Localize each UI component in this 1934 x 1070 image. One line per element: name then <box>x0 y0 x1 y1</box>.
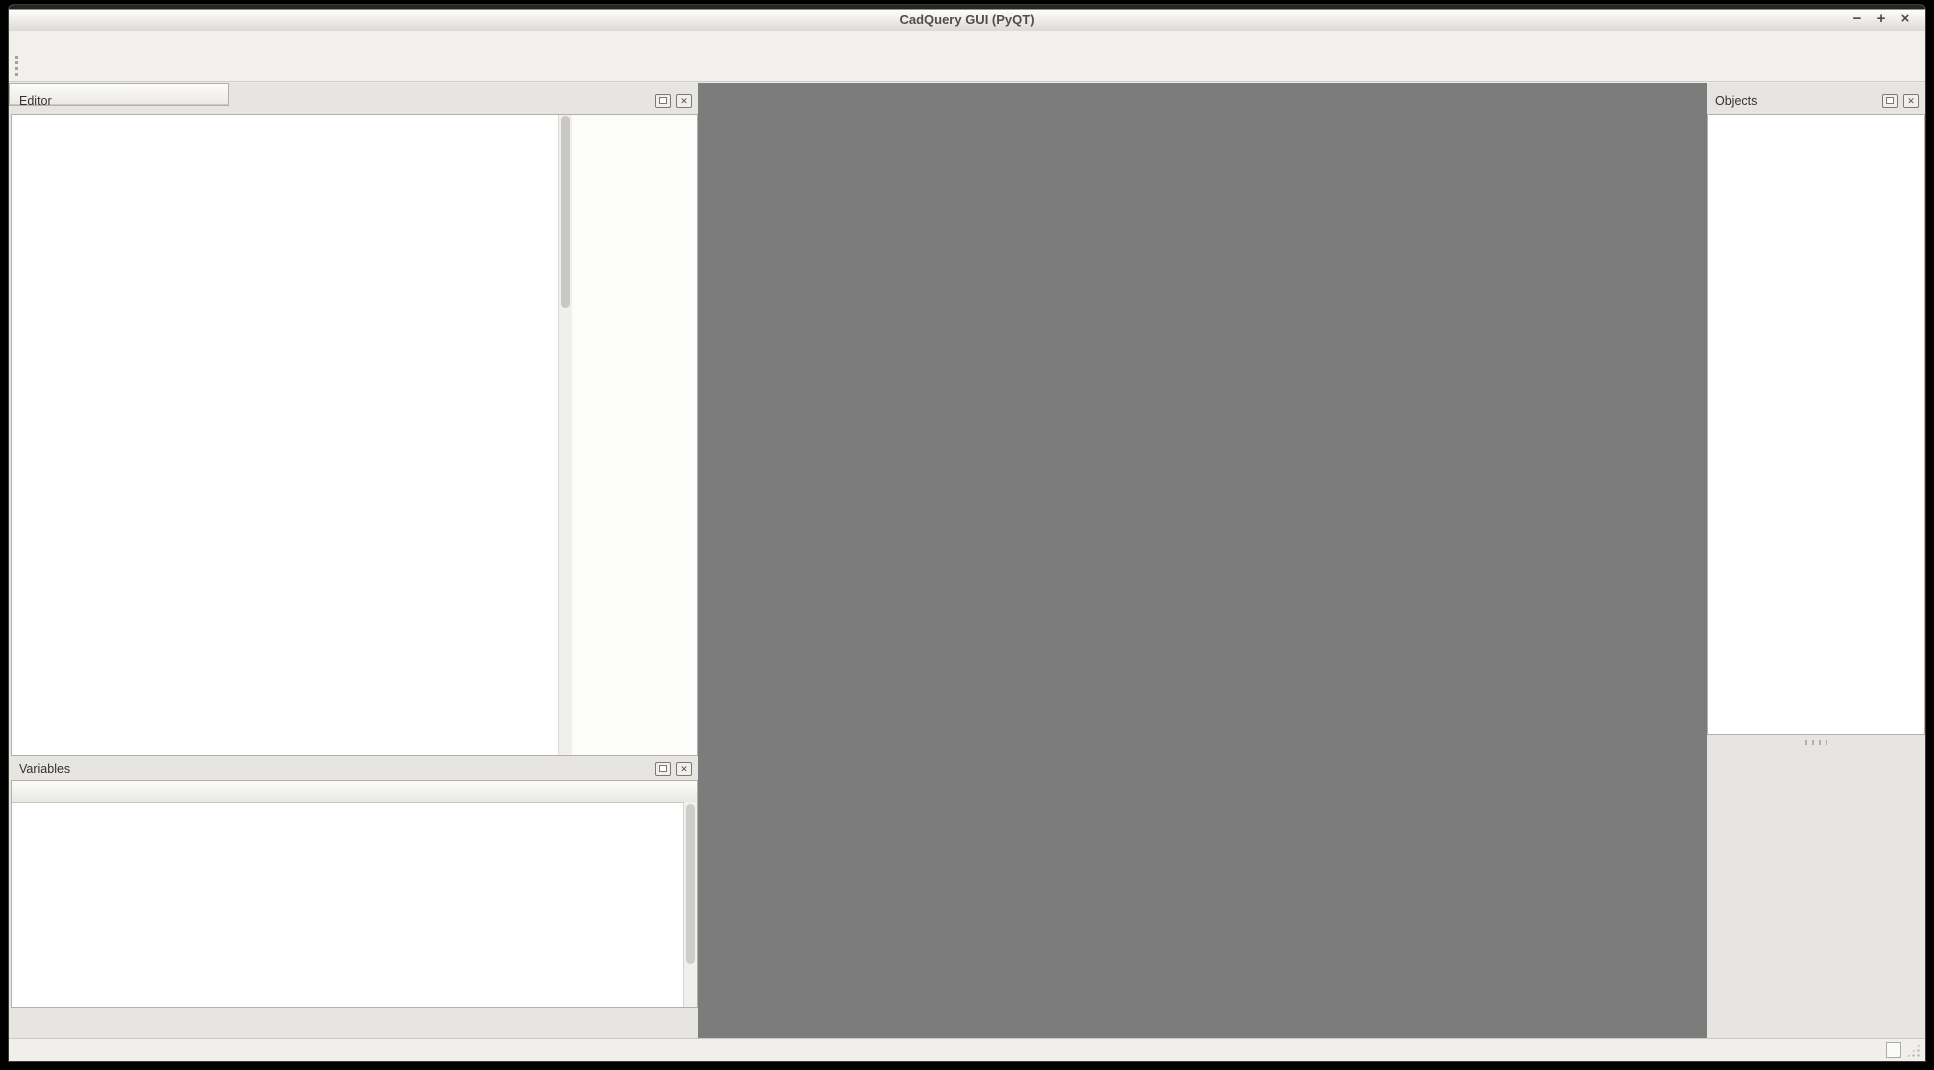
editor-dock: Editor ✕ <box>11 88 698 756</box>
variables-table <box>11 780 698 1008</box>
variables-float-icon[interactable] <box>655 762 671 776</box>
app-window: CadQuery GUI (PyQT) −+× Editor ✕ Variabl… <box>8 4 1926 1062</box>
splitter-grip-icon <box>1805 740 1827 745</box>
editor-scrollbar-thumb[interactable] <box>561 116 570 308</box>
main-area: Editor ✕ Variables ✕ <box>9 83 1925 1039</box>
variables-dock-titlebar: Variables ✕ <box>11 758 698 780</box>
objects-tree <box>1707 114 1925 735</box>
editor-float-icon[interactable] <box>655 94 671 108</box>
variables-close-icon[interactable]: ✕ <box>676 762 692 776</box>
maximize-button[interactable]: + <box>1869 10 1893 27</box>
code-area[interactable] <box>12 115 558 755</box>
objects-dock-title: Objects <box>1715 94 1877 108</box>
editor-scrollbar[interactable] <box>558 115 572 755</box>
toolbar-drag-handle[interactable] <box>15 56 21 76</box>
close-button[interactable]: × <box>1893 10 1917 27</box>
resize-grip[interactable] <box>1906 1043 1921 1058</box>
code-editor[interactable] <box>11 114 698 756</box>
toolbar <box>9 51 1925 82</box>
variables-scrollbar-thumb[interactable] <box>686 804 695 964</box>
window-controls: −+× <box>1845 10 1917 28</box>
variables-scrollbar[interactable] <box>683 802 697 1007</box>
right-panel-splitter[interactable] <box>1707 738 1925 746</box>
variables-dock-title: Variables <box>19 762 650 776</box>
objects-dock-titlebar: Objects ✕ <box>1707 88 1925 114</box>
editor-dock-titlebar: Editor ✕ <box>11 88 698 114</box>
editor-dock-title: Editor <box>19 94 650 108</box>
objects-dock: Objects ✕ <box>1707 88 1925 735</box>
status-indicator <box>1886 1042 1901 1058</box>
bottom-tab-bar <box>11 1012 698 1039</box>
objects-close-icon[interactable]: ✕ <box>1903 94 1919 108</box>
objects-float-icon[interactable] <box>1882 94 1898 108</box>
variables-table-header <box>12 781 697 803</box>
editor-empty-area <box>572 115 697 755</box>
menubar <box>9 31 1925 51</box>
editor-close-icon[interactable]: ✕ <box>676 94 692 108</box>
titlebar[interactable]: CadQuery GUI (PyQT) −+× <box>9 5 1925 32</box>
variables-dock: Variables ✕ <box>11 758 698 1008</box>
viewport-3d[interactable] <box>698 83 1707 1039</box>
minimize-button[interactable]: − <box>1845 10 1869 27</box>
window-title: CadQuery GUI (PyQT) <box>9 10 1925 30</box>
status-bar <box>9 1038 1925 1061</box>
